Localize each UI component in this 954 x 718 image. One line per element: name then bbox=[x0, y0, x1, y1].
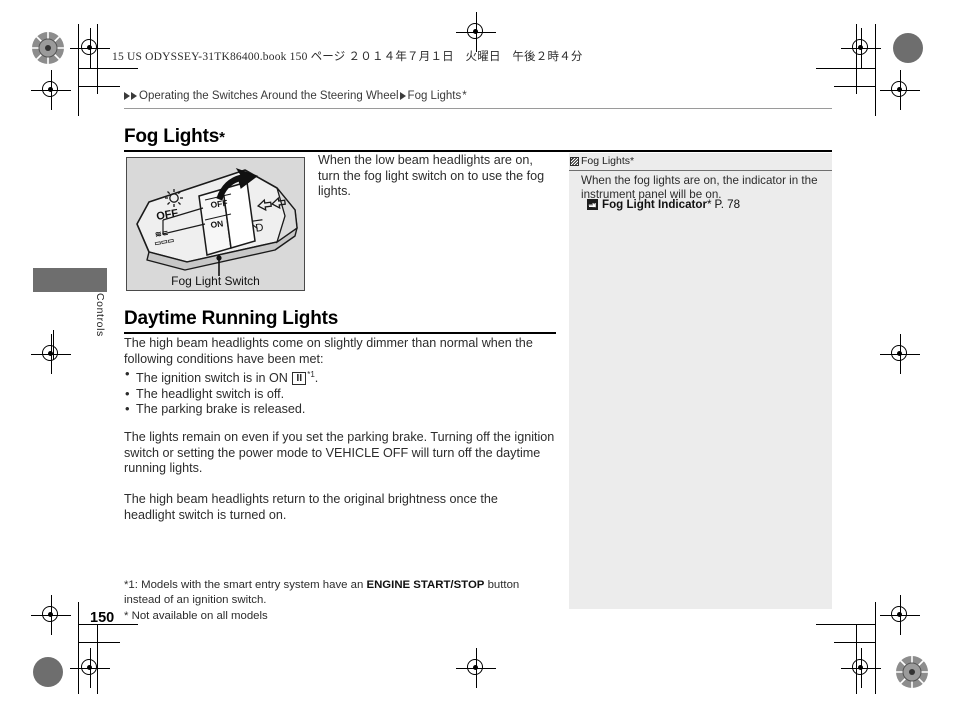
list-item-text-post: . bbox=[314, 371, 319, 385]
footnote-1-bold: ENGINE START/STOP bbox=[366, 579, 485, 591]
side-note-divider bbox=[569, 170, 832, 171]
crosshair-mark bbox=[31, 70, 71, 110]
cross-reference-star: * bbox=[706, 198, 712, 211]
breadcrumb-parent[interactable]: Operating the Switches Around the Steeri… bbox=[139, 90, 399, 102]
page-title-rule bbox=[124, 150, 832, 152]
crosshair-mark bbox=[31, 595, 71, 635]
side-note-heading: Fog Lights * bbox=[570, 155, 634, 167]
side-note-heading-text: Fog Lights bbox=[581, 155, 631, 167]
manual-page: 15 US ODYSSEY-31TK86400.book 150 ページ ２０１… bbox=[0, 0, 954, 718]
crosshair-mark bbox=[70, 28, 110, 68]
crosshair-mark bbox=[456, 12, 496, 52]
side-note-heading-star: * bbox=[630, 155, 635, 167]
svg-text:ON: ON bbox=[210, 218, 224, 230]
chevron-right-icon bbox=[399, 92, 406, 100]
crosshair-mark bbox=[841, 648, 881, 688]
chevron-right-icon bbox=[131, 92, 137, 100]
crosshair-mark bbox=[31, 334, 71, 374]
cross-reference-label: Fog Light Indicator bbox=[602, 198, 707, 211]
footnote-marker: *1 bbox=[307, 370, 315, 379]
list-item: The parking brake is released. bbox=[124, 401, 558, 418]
breadcrumb-current: Fog Lights bbox=[407, 90, 462, 102]
stalk-diagram: OFF ≋⊂ ▭▭▭ OFF ON D bbox=[136, 168, 298, 276]
crosshair-mark bbox=[456, 648, 496, 688]
note-marker-icon bbox=[570, 156, 579, 166]
conditions-list: The ignition switch is in ON II*1. The h… bbox=[124, 366, 558, 418]
list-item-text-pre: The ignition switch is in ON bbox=[136, 371, 292, 385]
list-item-text: The headlight switch is off. bbox=[136, 386, 285, 401]
crosshair-mark bbox=[880, 70, 920, 110]
chevron-right-icon bbox=[124, 92, 130, 100]
page-title-text: Fog Lights bbox=[124, 126, 220, 147]
fog-lights-intro: When the low beam headlights are on, tur… bbox=[318, 153, 545, 199]
chapter-tab-block bbox=[33, 268, 107, 292]
page-title-star: * bbox=[219, 129, 225, 146]
side-note-panel bbox=[569, 153, 832, 609]
figure-caption: Fog Light Switch bbox=[171, 274, 260, 288]
starburst-mark bbox=[31, 31, 65, 65]
list-item: The ignition switch is in ON II*1. bbox=[124, 366, 558, 387]
cross-reference-link[interactable]: ⇥ Fog Light Indicator * P. 78 bbox=[587, 198, 740, 211]
ignition-on-key-icon: II bbox=[292, 372, 307, 385]
footnote-2: * Not available on all models bbox=[124, 610, 268, 622]
daytime-running-lights-para-2: The lights remain on even if you set the… bbox=[124, 430, 555, 476]
section-title-daytime-running-lights: Daytime Running Lights bbox=[124, 308, 339, 329]
crosshair-mark bbox=[880, 595, 920, 635]
footnote-1-pre: *1: Models with the smart entry system h… bbox=[124, 579, 367, 591]
daytime-running-lights-intro: The high beam headlights come on slightl… bbox=[124, 336, 533, 366]
starburst-mark bbox=[895, 655, 929, 689]
footnote-1: *1: Models with the smart entry system h… bbox=[124, 578, 558, 607]
fog-light-switch-illustration: OFF ≋⊂ ▭▭▭ OFF ON D Fog Light Switch bbox=[126, 157, 305, 291]
solid-dot-mark bbox=[893, 33, 923, 63]
chapter-tab-label: Controls bbox=[94, 293, 106, 337]
list-item-text: The parking brake is released. bbox=[136, 402, 306, 417]
header-divider bbox=[124, 108, 832, 109]
book-file-header: 15 US ODYSSEY-31TK86400.book 150 ページ ２０１… bbox=[112, 51, 583, 63]
column-rule bbox=[53, 330, 54, 360]
page-number: 150 bbox=[90, 610, 115, 626]
breadcrumb-current-star: * bbox=[462, 90, 467, 102]
breadcrumb: Operating the Switches Around the Steeri… bbox=[124, 90, 467, 102]
cross-reference-page: P. 78 bbox=[714, 198, 741, 211]
reference-arrow-icon: ⇥ bbox=[587, 199, 598, 210]
page-title: Fog Lights* bbox=[124, 126, 225, 148]
crosshair-mark bbox=[841, 28, 881, 68]
crosshair-mark bbox=[70, 648, 110, 688]
list-item: The headlight switch is off. bbox=[124, 386, 558, 403]
section-title-rule bbox=[124, 332, 556, 334]
crosshair-mark bbox=[880, 334, 920, 374]
solid-dot-mark bbox=[33, 657, 63, 687]
daytime-running-lights-para-3: The high beam headlights return to the o… bbox=[124, 492, 498, 522]
